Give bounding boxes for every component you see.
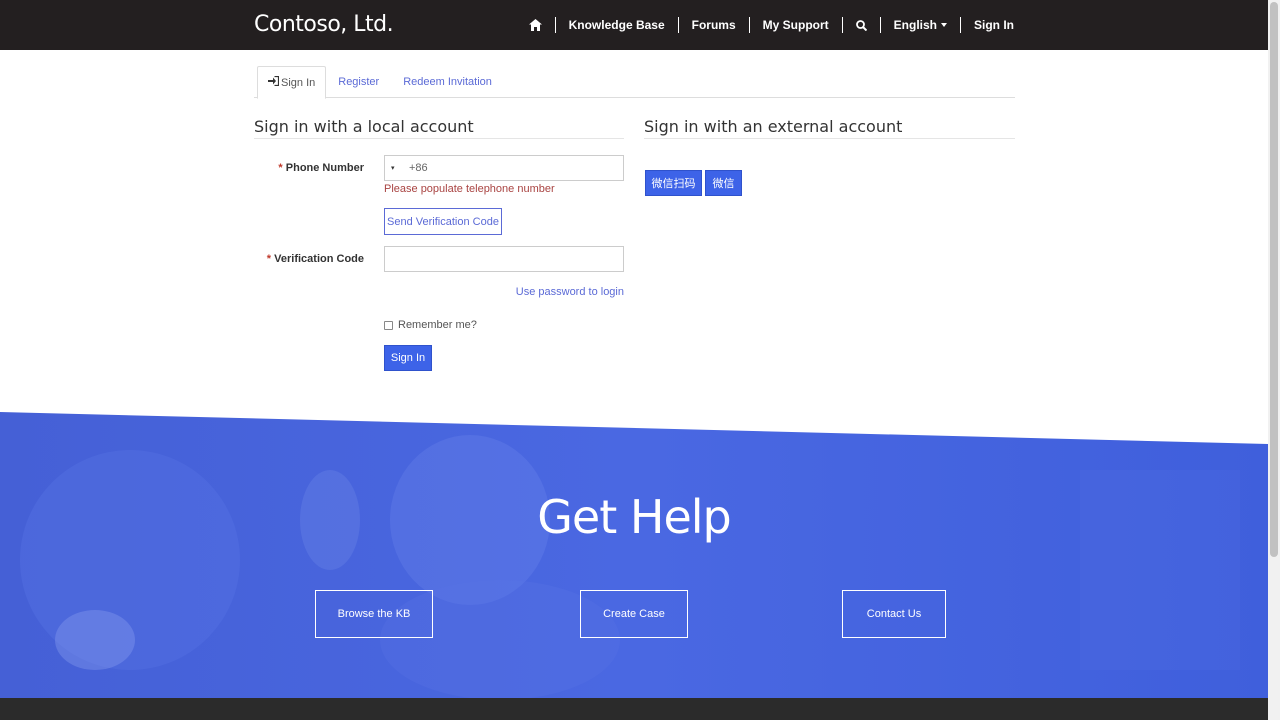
- contact-us-button[interactable]: Contact Us: [842, 590, 946, 638]
- get-help-title: Get Help: [537, 490, 731, 544]
- remember-me-label[interactable]: Remember me?: [398, 319, 477, 331]
- verification-code-label-text: Verification Code: [274, 253, 364, 265]
- remember-me: Remember me?: [384, 319, 477, 331]
- language-label: English: [893, 18, 937, 32]
- home-link[interactable]: [516, 17, 555, 33]
- auth-tabs: Sign In Register Redeem Invitation: [254, 66, 1015, 99]
- local-account-heading: Sign in with a local account: [254, 117, 624, 139]
- top-navbar: Contoso, Ltd. Knowledge Base Forums My S…: [0, 0, 1268, 50]
- home-icon: [528, 19, 542, 31]
- nav-sign-in[interactable]: Sign In: [961, 17, 1014, 33]
- verification-code-input[interactable]: [384, 246, 624, 272]
- search-icon: [855, 19, 867, 31]
- tab-sign-in-label: Sign In: [281, 76, 316, 89]
- send-verification-code-button[interactable]: Send Verification Code: [384, 208, 502, 235]
- phone-error-message: Please populate telephone number: [384, 183, 555, 195]
- browse-kb-button[interactable]: Browse the KB: [315, 590, 433, 638]
- page-scrollbar[interactable]: [1268, 0, 1280, 720]
- footer: [0, 698, 1268, 720]
- country-dial-code: +86: [409, 162, 428, 174]
- required-marker: *: [266, 253, 272, 265]
- sign-in-icon: [268, 75, 280, 89]
- external-account-heading: Sign in with an external account: [644, 117, 1015, 139]
- phone-number-field[interactable]: ▾ +86: [384, 155, 624, 181]
- nav-forums[interactable]: Forums: [679, 17, 749, 33]
- sign-in-button[interactable]: Sign In: [384, 345, 432, 371]
- wechat-button[interactable]: 微信: [705, 170, 742, 196]
- wechat-scan-button[interactable]: 微信扫码: [645, 170, 702, 196]
- page: Contoso, Ltd. Knowledge Base Forums My S…: [0, 0, 1280, 720]
- nav-links: Knowledge Base Forums My Support English…: [516, 0, 1014, 50]
- phone-number-label: * Phone Number: [250, 162, 364, 174]
- country-code-dropdown[interactable]: ▾: [391, 164, 405, 172]
- tab-register[interactable]: Register: [326, 66, 391, 98]
- use-password-link[interactable]: Use password to login: [516, 286, 624, 298]
- brand-logo[interactable]: Contoso, Ltd.: [254, 12, 394, 37]
- nav-my-support[interactable]: My Support: [750, 17, 842, 33]
- required-marker: *: [278, 162, 283, 174]
- verification-code-label: * Verification Code: [250, 253, 364, 265]
- nav-knowledge-base[interactable]: Knowledge Base: [556, 17, 678, 33]
- create-case-button[interactable]: Create Case: [580, 590, 688, 638]
- tab-sign-in[interactable]: Sign In: [257, 66, 327, 99]
- phone-number-label-text: Phone Number: [285, 162, 364, 174]
- remember-me-checkbox[interactable]: [384, 320, 393, 330]
- tab-redeem-invitation[interactable]: Redeem Invitation: [391, 66, 504, 98]
- scrollbar-thumb[interactable]: [1270, 2, 1278, 557]
- nav-language-dropdown[interactable]: English: [881, 17, 960, 33]
- caret-down-icon: [941, 23, 947, 27]
- nav-search[interactable]: [843, 17, 880, 33]
